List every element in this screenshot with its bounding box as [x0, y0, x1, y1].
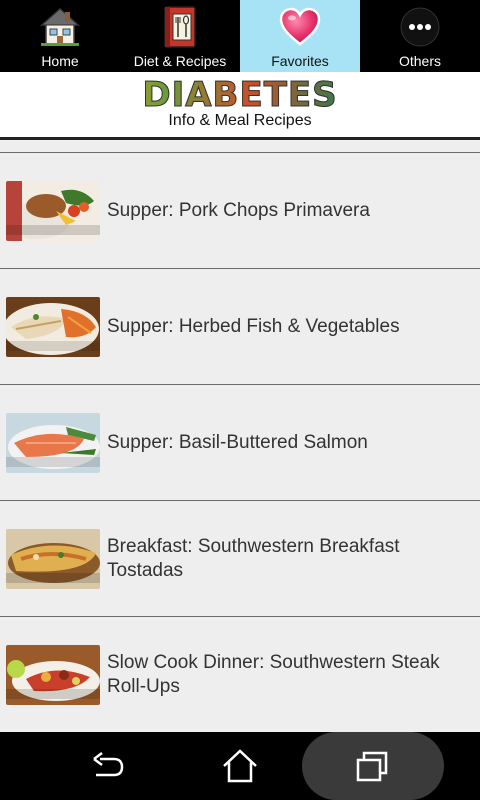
recipe-thumbnail	[6, 529, 100, 589]
tab-label: Others	[398, 53, 441, 69]
favorites-list: Supper: Pork Chops Primavera Supper: Her…	[0, 140, 480, 732]
recipe-book-icon	[158, 5, 202, 49]
app-banner: DIABETES Info & Meal Recipes	[0, 72, 480, 140]
top-tab-bar: Home Diet & Recipes Favorites Others	[0, 0, 480, 72]
tab-home[interactable]: Home	[0, 0, 120, 72]
recipe-title: Supper: Herbed Fish & Vegetables	[107, 316, 400, 337]
home-nav-button[interactable]	[192, 732, 288, 800]
system-nav-bar	[0, 732, 480, 800]
list-item[interactable]: Supper: Pork Chops Primavera	[0, 153, 480, 269]
recipe-thumbnail	[6, 181, 100, 241]
recipe-title: Slow Cook Dinner: Southwestern Steak Rol…	[107, 652, 440, 697]
recipe-thumbnail	[6, 645, 100, 705]
tab-diet-recipes[interactable]: Diet & Recipes	[120, 0, 240, 72]
house-icon	[38, 5, 82, 49]
home-outline-icon	[223, 749, 257, 783]
tab-label: Diet & Recipes	[133, 53, 227, 69]
heart-icon	[278, 5, 322, 49]
recent-apps-icon	[356, 751, 388, 782]
more-dots-icon	[398, 5, 442, 49]
recipe-thumbnail	[6, 297, 100, 357]
banner-title: DIABETES	[0, 76, 480, 115]
recipe-title: Supper: Pork Chops Primavera	[107, 200, 370, 221]
recipe-title: Supper: Basil-Buttered Salmon	[107, 432, 368, 453]
recipe-title: Breakfast: Southwestern Breakfast Tostad…	[107, 536, 400, 581]
list-item[interactable]: Supper: Basil-Buttered Salmon	[0, 385, 480, 501]
back-button[interactable]	[60, 732, 156, 800]
list-item[interactable]: Supper: Herbed Fish & Vegetables	[0, 269, 480, 385]
back-arrow-icon	[93, 752, 124, 777]
recent-apps-button[interactable]	[324, 732, 420, 800]
tab-label: Home	[41, 53, 79, 69]
list-item[interactable]: Slow Cook Dinner: Southwestern Steak Rol…	[0, 617, 480, 732]
tab-favorites[interactable]: Favorites	[240, 0, 360, 72]
recipe-thumbnail	[6, 413, 100, 473]
list-item[interactable]: Breakfast: Southwestern Breakfast Tostad…	[0, 501, 480, 617]
tab-label: Favorites	[271, 53, 329, 69]
banner-subtitle: Info & Meal Recipes	[168, 112, 312, 129]
tab-others[interactable]: Others	[360, 0, 480, 72]
